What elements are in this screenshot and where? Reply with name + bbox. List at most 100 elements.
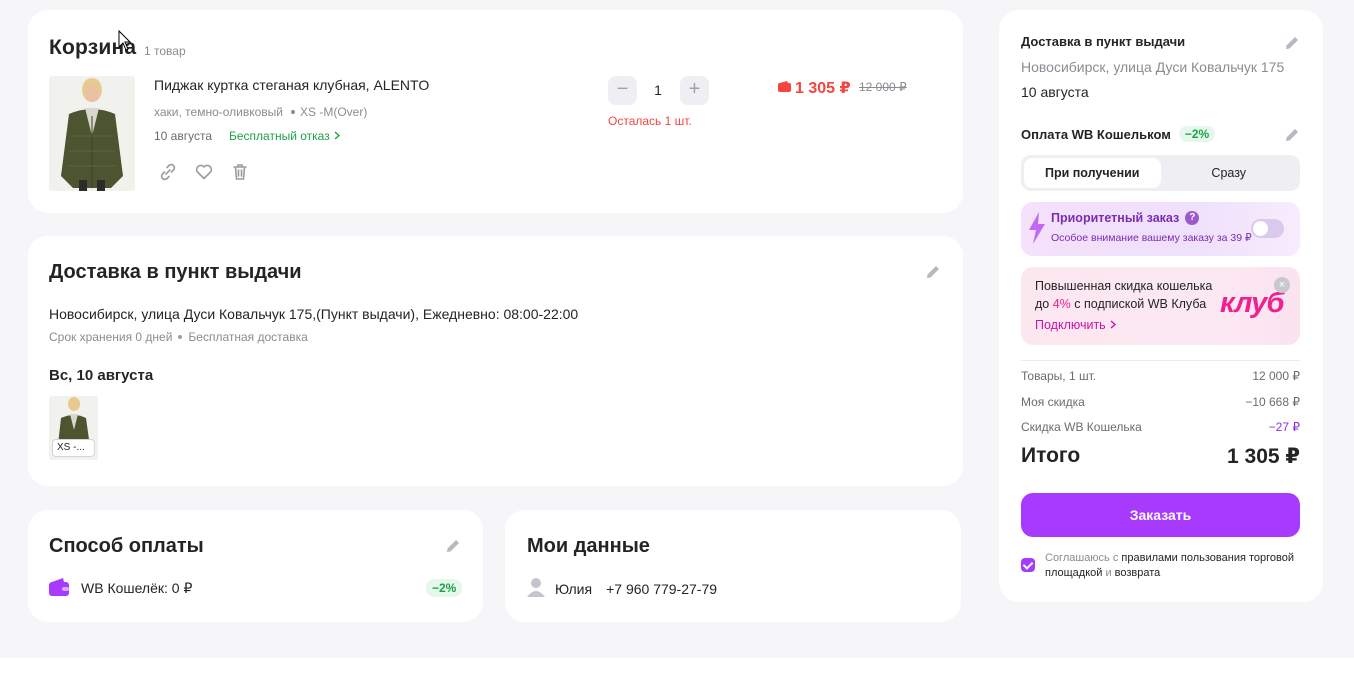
club-line2: до 4% с подпиской WB Клуба: [1035, 295, 1225, 313]
place-order-button[interactable]: Заказать: [1021, 493, 1300, 537]
chevron-right-icon: [1109, 318, 1117, 332]
row-label: Скидка WB Кошелька: [1021, 420, 1142, 434]
edit-pencil-icon[interactable]: [1283, 34, 1301, 52]
club-logo: клуб: [1220, 287, 1285, 319]
divider: [1021, 360, 1300, 361]
row-value: −10 668 ₽: [1245, 395, 1300, 409]
current-price: 1 305 ₽: [778, 78, 851, 98]
footer-strip: [0, 658, 1354, 681]
summary-row-goods: Товары, 1 шт. 12 000 ₽: [1021, 369, 1300, 383]
help-icon[interactable]: ?: [1185, 211, 1200, 225]
quantity-value: 1: [654, 82, 662, 98]
club-line1: Повышенная скидка кошелька: [1035, 279, 1213, 293]
my-data-card: Мои данные Юлия +7 960 779-27-79: [505, 510, 961, 622]
delivery-card: Доставка в пункт выдачи Новосибирск, ули…: [28, 236, 963, 486]
edit-pencil-icon[interactable]: [444, 537, 462, 555]
trash-icon[interactable]: [230, 162, 250, 182]
stock-remaining: Осталась 1 шт.: [608, 114, 692, 128]
lightning-icon: [1027, 212, 1047, 249]
heart-icon[interactable]: [194, 162, 214, 182]
summary-total: Итого 1 305 ₽: [1021, 444, 1300, 469]
club-connect-link[interactable]: Подключить: [1035, 318, 1117, 332]
priority-title: Приоритетный заказ ?: [1051, 211, 1200, 225]
delivery-details: Срок хранения 0 дней Бесплатная доставка: [49, 330, 308, 344]
row-value: −27 ₽: [1268, 420, 1300, 434]
edit-pencil-icon[interactable]: [924, 263, 942, 281]
priority-label: Приоритетный заказ: [1051, 211, 1180, 225]
free-delivery: Бесплатная доставка: [188, 330, 308, 344]
club-line2-post: с подпиской WB Клуба: [1070, 297, 1207, 311]
payment-title: Способ оплаты: [49, 535, 204, 557]
separator-dot: [178, 335, 183, 339]
payment-timing-toggle: При получении Сразу: [1021, 155, 1300, 191]
user-icon: [527, 577, 545, 600]
product-attributes: хаки, темно-оливковый XS -M(Over): [154, 105, 367, 119]
user-name: Юлия: [555, 580, 593, 597]
terms-pre: Соглашаюсь с: [1045, 552, 1122, 564]
old-price: 12 000 ₽: [859, 80, 907, 94]
club-promo-banner: Повышенная скидка кошелька до 4% с подпи…: [1021, 267, 1300, 345]
order-summary: Доставка в пункт выдачи Новосибирск, ули…: [999, 10, 1323, 602]
summary-date: 10 августа: [1021, 84, 1089, 100]
terms-checkbox[interactable]: [1021, 558, 1035, 572]
chevron-right-icon: [333, 129, 341, 143]
summary-row-discount: Моя скидка −10 668 ₽: [1021, 395, 1300, 409]
terms-text: Соглашаюсь с правилами пользования торго…: [1045, 551, 1306, 581]
priority-order-banner: Приоритетный заказ ? Особое внимание ваш…: [1021, 202, 1300, 256]
tab-on-receive[interactable]: При получении: [1024, 158, 1161, 188]
user-info: Юлия +7 960 779-27-79: [527, 577, 717, 600]
mouse-cursor-icon: [118, 29, 132, 57]
current-price-value: 1 305 ₽: [795, 80, 851, 97]
payment-card: Способ оплаты WB Кошелёк: 0 ₽ −2%: [28, 510, 483, 622]
summary-payment-title: Оплата WB Кошельком −2%: [1021, 126, 1216, 142]
cart-count: 1 товар: [144, 44, 186, 58]
free-cancel-link[interactable]: Бесплатный отказ: [229, 129, 341, 143]
quantity-decrease-button[interactable]: −: [608, 76, 637, 105]
product-image[interactable]: [49, 76, 135, 191]
storage-period: Срок хранения 0 дней: [49, 330, 173, 344]
delivery-day: Вс, 10 августа: [49, 367, 154, 384]
free-cancel-label: Бесплатный отказ: [229, 129, 330, 143]
row-value: 12 000 ₽: [1252, 369, 1300, 383]
size-badge: XS -...: [52, 439, 95, 457]
product-name[interactable]: Пиджак куртка стеганая клубная, ALENTO: [154, 77, 429, 93]
summary-delivery-title: Доставка в пункт выдачи: [1021, 34, 1186, 49]
product-delivery-date: 10 августа: [154, 129, 213, 143]
club-line2-pre: до: [1035, 297, 1053, 311]
wallet-balance: WB Кошелёк: 0 ₽: [81, 580, 193, 596]
returns-link[interactable]: возврата: [1115, 567, 1161, 579]
tab-pay-now[interactable]: Сразу: [1161, 158, 1298, 188]
total-label: Итого: [1021, 444, 1081, 467]
cart-card: Корзина 1 товар Пиджак куртка стеганая к…: [28, 10, 963, 213]
row-label: Моя скидка: [1021, 395, 1085, 409]
delivery-title: Доставка в пункт выдачи: [49, 261, 302, 283]
wallet-icon: [49, 578, 69, 599]
wallet-discount-badge: −2%: [426, 579, 463, 597]
user-phone: +7 960 779-27-79: [606, 580, 718, 597]
club-promo-text: Повышенная скидка кошелька до 4% с подпи…: [1035, 277, 1225, 313]
link-icon[interactable]: [158, 162, 178, 182]
separator-dot: [291, 110, 295, 114]
product-color: хаки, темно-оливковый: [154, 105, 283, 119]
product-actions: [158, 162, 250, 182]
priority-toggle[interactable]: [1251, 219, 1284, 238]
payment-method-label: Оплата WB Кошельком: [1021, 126, 1171, 142]
priority-subtitle: Особое внимание вашему заказу за 39 ₽: [1051, 232, 1252, 244]
total-value: 1 305 ₽: [1227, 445, 1300, 468]
terms-mid: и: [1102, 567, 1115, 579]
payment-discount-badge: −2%: [1178, 126, 1216, 142]
row-label: Товары, 1 шт.: [1021, 369, 1097, 383]
quantity-increase-button[interactable]: +: [680, 76, 709, 105]
delivery-address: Новосибирск, улица Дуси Ковальчук 175,(П…: [49, 306, 579, 322]
product-size: XS -M(Over): [300, 105, 368, 119]
close-icon[interactable]: ×: [1274, 277, 1290, 293]
summary-row-wallet-discount: Скидка WB Кошелька −27 ₽: [1021, 420, 1300, 434]
summary-address: Новосибирск, улица Дуси Ковальчук 175: [1021, 59, 1285, 75]
my-data-title: Мои данные: [527, 535, 650, 557]
club-connect-label: Подключить: [1035, 318, 1106, 332]
club-percent: 4%: [1052, 297, 1071, 311]
wallet-icon: [778, 79, 791, 97]
edit-pencil-icon[interactable]: [1283, 126, 1301, 144]
terms-agreement: Соглашаюсь с правилами пользования торго…: [1021, 551, 1306, 581]
wallet-method: WB Кошелёк: 0 ₽: [49, 578, 192, 599]
